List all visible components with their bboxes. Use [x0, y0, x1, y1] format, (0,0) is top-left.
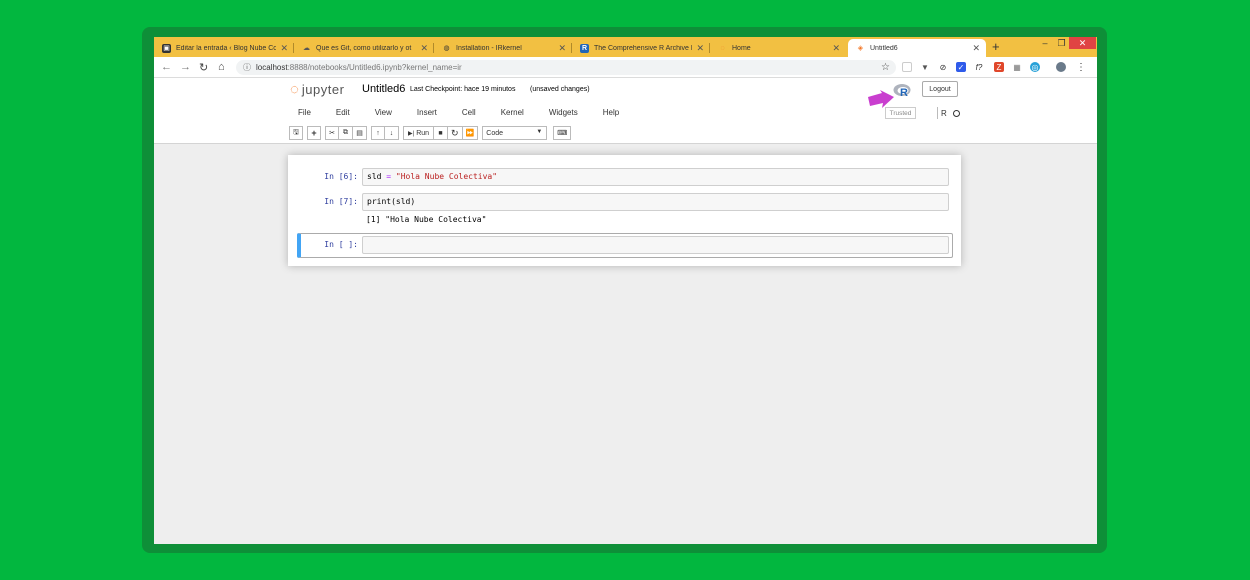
- r-logo-icon: R: [580, 43, 589, 53]
- tab-untitled6[interactable]: ◈ Untitled6 ✕: [848, 39, 986, 57]
- notebook-name[interactable]: Untitled6: [362, 83, 405, 95]
- menu-kebab-icon[interactable]: ⋮: [1076, 62, 1086, 73]
- checkpoint-status: Last Checkpoint: hace 19 minutos: [410, 86, 516, 93]
- notebook-icon: ◈: [857, 45, 864, 52]
- back-icon[interactable]: ←: [161, 61, 172, 73]
- code-cell-input[interactable]: [362, 236, 949, 254]
- kernel-name: R: [941, 108, 947, 118]
- tab-home[interactable]: ◌ Home ✕: [710, 39, 846, 57]
- cell-prompt: In [7]:: [324, 197, 358, 206]
- extension-grid-icon[interactable]: ▦: [1012, 62, 1022, 72]
- extension-blue-icon[interactable]: ✓: [956, 62, 966, 72]
- profile-avatar-icon[interactable]: [1056, 62, 1066, 72]
- kernel-indicator: R: [937, 107, 960, 119]
- extension-filter-icon[interactable]: ▼: [920, 62, 930, 72]
- tab-title: Installation - IRkernel: [456, 44, 522, 52]
- run-icon: ▶|: [408, 130, 415, 137]
- tab-close-icon[interactable]: ✕: [696, 43, 704, 54]
- extension-red-icon[interactable]: Z: [994, 62, 1004, 72]
- notebook-toolbar: 🖫 + ✂ ⧉ ▤ ↑ ↓ ▶| Run ■ ↻ ⏩ Code ▼ ⌨: [289, 126, 572, 140]
- trusted-indicator[interactable]: Trusted: [885, 107, 916, 119]
- cell-type-select[interactable]: Code ▼: [482, 126, 548, 140]
- stop-icon[interactable]: ■: [434, 126, 449, 140]
- cut-icon[interactable]: ✂: [325, 126, 339, 140]
- notebook-container: In [6]: sld = "Hola Nube Colectiva" In […: [288, 155, 961, 266]
- extension-check-icon[interactable]: ⊘: [938, 62, 948, 72]
- tab-close-icon[interactable]: ✕: [280, 43, 288, 54]
- cell-prompt: In [6]:: [324, 172, 358, 181]
- tab-title: Untitled6: [870, 44, 898, 52]
- url-host: localhost: [256, 63, 288, 72]
- jupyter-logo[interactable]: ◌ jupyter: [290, 81, 344, 98]
- tab-close-icon[interactable]: ✕: [832, 43, 840, 54]
- menu-cell[interactable]: Cell: [452, 108, 476, 117]
- cell-output: [1] "Hola Nube Colectiva": [366, 215, 487, 224]
- window-close-button[interactable]: ✕: [1069, 37, 1096, 49]
- restart-run-all-icon[interactable]: ⏩: [462, 126, 479, 140]
- restore-button[interactable]: ❐: [1054, 37, 1069, 49]
- r-kernel-logo-icon: R: [893, 84, 911, 98]
- home-icon[interactable]: ⌂: [218, 61, 225, 73]
- save-icon[interactable]: 🖫: [289, 126, 303, 140]
- tab-title: The Comprehensive R Archive N: [594, 44, 693, 52]
- url-field[interactable]: ⓘ localhost:8888/notebooks/Untitled6.ipy…: [236, 60, 896, 75]
- code-cell-input[interactable]: print(sld): [362, 193, 949, 211]
- keyboard-icon[interactable]: ⌨: [553, 126, 572, 140]
- tab-title: Home: [732, 44, 751, 52]
- tab-title: Editar la entrada ‹ Blog Nube Co: [176, 44, 277, 52]
- new-tab-button[interactable]: +: [992, 39, 1000, 54]
- svg-text:R: R: [900, 87, 908, 98]
- copy-icon[interactable]: ⧉: [339, 126, 353, 140]
- minimize-button[interactable]: –: [1036, 37, 1054, 49]
- cell-prompt: In [ ]:: [324, 240, 358, 249]
- menu-kernel[interactable]: Kernel: [491, 108, 524, 117]
- reload-icon[interactable]: ↻: [199, 61, 208, 74]
- menu-insert[interactable]: Insert: [407, 108, 437, 117]
- browser-window: ▣ Editar la entrada ‹ Blog Nube Co ✕ ☁ Q…: [154, 37, 1097, 544]
- forward-icon[interactable]: →: [180, 61, 191, 73]
- run-button[interactable]: ▶| Run: [403, 126, 435, 140]
- jupyter-header: ◌ jupyter Untitled6 Last Checkpoint: hac…: [154, 78, 1097, 144]
- tab-blog-editor[interactable]: ▣ Editar la entrada ‹ Blog Nube Co ✕: [154, 39, 294, 57]
- restart-icon[interactable]: ↻: [448, 126, 463, 140]
- cloud-icon: ☁: [303, 45, 310, 52]
- move-down-icon[interactable]: ↓: [385, 126, 399, 140]
- tab-close-icon[interactable]: ✕: [420, 43, 428, 54]
- menu-bar: File Edit View Insert Cell Kernel Widget…: [288, 104, 634, 120]
- insert-cell-icon[interactable]: +: [307, 126, 321, 140]
- jupyter-icon: ◌: [720, 44, 725, 52]
- extension-teal-icon[interactable]: ◎: [1030, 62, 1040, 72]
- tab-irkernel[interactable]: ◍ Installation - IRkernel ✕: [434, 39, 572, 57]
- extension-blank-icon[interactable]: [902, 62, 912, 72]
- logout-button[interactable]: Logout: [922, 81, 958, 97]
- globe-icon: ◍: [443, 45, 450, 52]
- address-bar: ← → ↻ ⌂ ⓘ localhost:8888/notebooks/Untit…: [154, 57, 1097, 78]
- wordpress-icon: ▣: [162, 43, 171, 53]
- tab-strip: ▣ Editar la entrada ‹ Blog Nube Co ✕ ☁ Q…: [154, 37, 1097, 57]
- paste-icon[interactable]: ▤: [353, 126, 367, 140]
- info-icon[interactable]: ⓘ: [243, 62, 251, 73]
- menu-view[interactable]: View: [365, 108, 392, 117]
- tab-close-icon[interactable]: ✕: [972, 43, 980, 54]
- bookmark-star-icon[interactable]: ☆: [881, 62, 890, 73]
- extension-function-icon[interactable]: f?: [974, 62, 984, 72]
- menu-help[interactable]: Help: [593, 108, 619, 117]
- tab-git-article[interactable]: ☁ Que es Git, como utilizarlo y ot ✕: [294, 39, 434, 57]
- chevron-down-icon: ▼: [536, 129, 543, 135]
- tab-close-icon[interactable]: ✕: [558, 43, 566, 54]
- tab-cran[interactable]: R The Comprehensive R Archive N ✕: [572, 39, 710, 57]
- move-up-icon[interactable]: ↑: [371, 126, 385, 140]
- unsaved-status: (unsaved changes): [530, 86, 590, 93]
- url-path: :8888/notebooks/Untitled6.ipynb?kernel_n…: [287, 63, 462, 72]
- jupyter-orbit-icon: ◌: [290, 81, 299, 98]
- code-cell-input[interactable]: sld = "Hola Nube Colectiva": [362, 168, 949, 186]
- kernel-idle-icon: [952, 109, 960, 117]
- tab-title: Que es Git, como utilizarlo y ot: [316, 44, 412, 52]
- menu-widgets[interactable]: Widgets: [539, 108, 578, 117]
- menu-edit[interactable]: Edit: [326, 108, 350, 117]
- menu-file[interactable]: File: [288, 108, 311, 117]
- pointer-arrow-icon: [868, 90, 894, 108]
